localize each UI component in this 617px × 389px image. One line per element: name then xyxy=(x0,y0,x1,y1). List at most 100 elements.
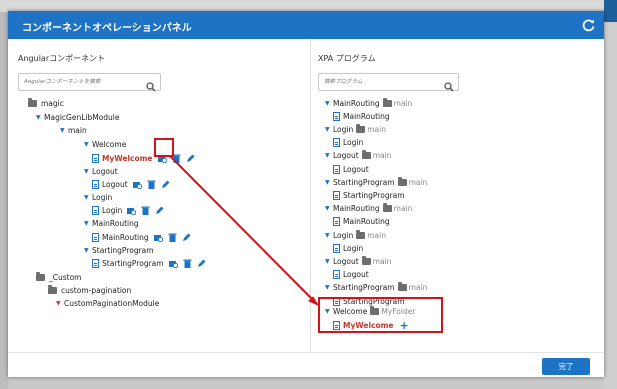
file-icon xyxy=(333,243,340,253)
refresh-icon[interactable] xyxy=(582,17,596,32)
folder-icon xyxy=(397,176,407,186)
caret-down-icon[interactable]: ▼ xyxy=(84,194,92,201)
tree-label: MainRouting xyxy=(92,218,139,228)
link-folder-icon[interactable] xyxy=(132,180,142,189)
tree-program-item[interactable]: MainRouting xyxy=(333,110,390,122)
pencil-icon[interactable] xyxy=(186,154,195,163)
caret-down-icon[interactable]: ▼ xyxy=(325,232,333,239)
caret-down-icon[interactable]: ▼ xyxy=(60,127,68,134)
tree-folder-custom[interactable]: _Custom xyxy=(36,271,81,283)
tree-program-item[interactable]: Login xyxy=(333,137,363,149)
program-search[interactable] xyxy=(318,73,459,92)
tree-program-group[interactable]: ▼ Logout main xyxy=(325,255,391,267)
tree-module-magicgenlib[interactable]: ▼ MagicGenLibModule xyxy=(36,111,120,123)
tree-folder-welcome[interactable]: ▼ Welcome xyxy=(84,138,126,150)
caret-down-icon[interactable]: ▼ xyxy=(325,179,333,186)
pencil-icon[interactable] xyxy=(161,180,170,189)
tree-folder-custom-pagination[interactable]: custom-pagination xyxy=(48,284,131,296)
tree-label: CustomPaginationModule xyxy=(64,298,160,308)
caret-down-icon[interactable]: ▼ xyxy=(36,114,44,121)
tree-program-group[interactable]: ▼ StartingProgram main xyxy=(325,282,427,294)
file-icon xyxy=(92,205,99,215)
trash-icon[interactable] xyxy=(168,233,177,242)
tree-program-item[interactable]: MainRouting xyxy=(333,216,390,228)
program-search-input[interactable] xyxy=(319,74,458,90)
caret-down-icon[interactable]: ▼ xyxy=(325,205,333,212)
trash-icon[interactable] xyxy=(147,180,156,189)
tree-label: Login xyxy=(333,230,354,240)
link-folder-icon[interactable] xyxy=(127,206,137,215)
caret-down-icon[interactable]: ▼ xyxy=(325,258,333,265)
tree-folder-startingprogram[interactable]: ▼ StartingProgram xyxy=(84,244,154,256)
file-icon xyxy=(92,153,99,163)
tree-program-item[interactable]: Logout xyxy=(333,269,369,281)
tree-folder-label: main xyxy=(372,256,392,266)
panel-header: コンポーネントオペレーションパネル xyxy=(8,11,604,39)
trash-icon[interactable] xyxy=(183,259,192,268)
pencil-icon[interactable] xyxy=(155,206,164,215)
tree-program-group[interactable]: ▼ MainRouting main xyxy=(325,203,412,215)
file-icon xyxy=(333,217,340,227)
tree-component-mywelcome[interactable]: MyWelcome xyxy=(92,152,195,164)
tree-folder-label: main xyxy=(408,177,428,187)
tree-folder-logout[interactable]: ▼ Logout xyxy=(84,165,118,177)
tree-program-group[interactable]: ▼ StartingProgram main xyxy=(325,176,427,188)
tree-program-item[interactable]: Logout xyxy=(333,163,369,175)
tree-label: _Custom xyxy=(49,272,82,282)
tree-label: StartingProgram xyxy=(333,283,395,293)
caret-down-icon[interactable]: ▼ xyxy=(325,152,333,159)
background-right-edge xyxy=(604,0,617,389)
tree-label: magic xyxy=(41,98,64,108)
tree-folder-login[interactable]: ▼ Login xyxy=(84,191,112,203)
tree-program-item[interactable]: Login xyxy=(333,242,363,254)
tree-folder-magic[interactable]: magic xyxy=(28,97,64,109)
tree-label: Login xyxy=(343,243,364,253)
tree-label: MainRouting xyxy=(333,98,380,108)
folder-icon xyxy=(36,271,45,281)
folder-icon xyxy=(48,284,57,294)
pencil-icon[interactable] xyxy=(182,233,191,242)
tree-program-group[interactable]: ▼ Login main xyxy=(325,229,386,241)
caret-down-icon[interactable]: ▼ xyxy=(56,300,64,307)
caret-down-icon[interactable]: ▼ xyxy=(325,100,333,107)
tree-component-logout[interactable]: Logout xyxy=(92,178,170,190)
tree-folder-label: main xyxy=(393,98,413,108)
tree-program-item[interactable]: StartingProgram xyxy=(333,189,405,201)
tree-label: StartingProgram xyxy=(92,245,154,255)
search-icon[interactable] xyxy=(444,77,454,92)
tree-module-custompagination[interactable]: ▼ CustomPaginationModule xyxy=(56,297,159,309)
folder-icon xyxy=(361,150,371,160)
folder-icon xyxy=(361,255,371,265)
angular-component-search-input[interactable] xyxy=(19,74,160,90)
file-icon xyxy=(92,232,99,242)
search-icon[interactable] xyxy=(146,77,156,92)
tree-program-group[interactable]: ▼ Logout main xyxy=(325,150,391,162)
xpa-programs-title: XPA プログラム xyxy=(318,54,376,63)
caret-down-icon[interactable]: ▼ xyxy=(84,247,92,254)
pencil-icon[interactable] xyxy=(197,259,206,268)
link-folder-icon[interactable] xyxy=(153,233,163,242)
caret-down-icon[interactable]: ▼ xyxy=(84,141,92,148)
done-button[interactable]: 完了 xyxy=(542,358,590,375)
tree-label: StartingProgram xyxy=(333,177,395,187)
tree-folder-mainrouting[interactable]: ▼ MainRouting xyxy=(84,217,139,229)
tree-component-mainrouting[interactable]: MainRouting xyxy=(92,231,191,243)
caret-down-icon[interactable]: ▼ xyxy=(325,126,333,133)
link-folder-icon[interactable] xyxy=(168,259,178,268)
tree-label: StartingProgram xyxy=(102,258,164,268)
tree-label: StartingProgram xyxy=(343,190,405,200)
tree-label: Login xyxy=(92,192,113,202)
tree-label: MainRouting xyxy=(343,111,390,121)
file-icon xyxy=(333,164,340,174)
caret-down-icon[interactable]: ▼ xyxy=(84,220,92,227)
caret-down-icon[interactable]: ▼ xyxy=(84,168,92,175)
tree-component-login[interactable]: Login xyxy=(92,204,164,216)
tree-program-group[interactable]: ▼ Login main xyxy=(325,123,386,135)
angular-component-search[interactable] xyxy=(18,73,161,92)
tree-folder-label: main xyxy=(372,151,392,161)
tree-program-group[interactable]: ▼ MainRouting main xyxy=(325,97,412,109)
trash-icon[interactable] xyxy=(141,206,150,215)
caret-down-icon[interactable]: ▼ xyxy=(325,284,333,291)
tree-folder-main[interactable]: ▼ main xyxy=(60,124,87,136)
tree-component-startingprogram[interactable]: StartingProgram xyxy=(92,257,206,269)
